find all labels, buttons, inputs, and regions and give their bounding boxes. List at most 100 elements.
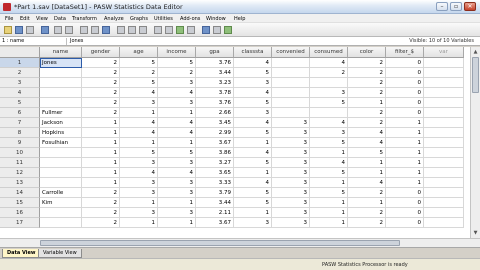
weight-cases-icon[interactable]: [165, 26, 173, 34]
data-cell[interactable]: 1: [386, 178, 424, 188]
data-cell[interactable]: 1: [386, 118, 424, 128]
data-cell[interactable]: 4: [234, 148, 272, 158]
data-cell[interactable]: 1: [82, 168, 120, 178]
row-number[interactable]: 14: [0, 188, 40, 198]
data-cell[interactable]: 1: [158, 218, 196, 228]
data-cell[interactable]: 1: [120, 108, 158, 118]
data-cell[interactable]: [40, 218, 82, 228]
redo-icon[interactable]: [65, 26, 73, 34]
use-sets-icon[interactable]: [202, 26, 210, 34]
print-icon[interactable]: [26, 26, 34, 34]
grid-corner[interactable]: [0, 47, 40, 58]
menu-add-ons[interactable]: Add-ons: [180, 16, 200, 22]
vertical-scrollbar[interactable]: ▲ ▼: [470, 47, 480, 238]
data-cell[interactable]: 0: [386, 208, 424, 218]
scroll-down-icon[interactable]: ▼: [471, 229, 480, 237]
data-cell[interactable]: 3: [272, 138, 310, 148]
data-cell[interactable]: Kim: [40, 198, 82, 208]
data-cell[interactable]: 1: [386, 168, 424, 178]
data-cell[interactable]: 3.27: [196, 158, 234, 168]
data-cell[interactable]: 3.67: [196, 138, 234, 148]
goto-variable-icon[interactable]: [91, 26, 99, 34]
data-cell[interactable]: [424, 118, 464, 128]
data-cell[interactable]: 1: [386, 138, 424, 148]
data-cell[interactable]: Fosulhian: [40, 138, 82, 148]
data-cell[interactable]: 1: [310, 148, 348, 158]
data-cell[interactable]: 4: [348, 138, 386, 148]
row-number[interactable]: 8: [0, 128, 40, 138]
data-cell[interactable]: Carrolle: [40, 188, 82, 198]
data-cell[interactable]: 3.45: [196, 118, 234, 128]
data-cell[interactable]: 1: [234, 138, 272, 148]
data-cell[interactable]: 1: [348, 198, 386, 208]
data-cell[interactable]: 1: [82, 158, 120, 168]
data-cell[interactable]: 1: [158, 108, 196, 118]
data-cell[interactable]: 5: [158, 148, 196, 158]
data-cell[interactable]: 1: [348, 98, 386, 108]
data-cell[interactable]: [424, 188, 464, 198]
row-number[interactable]: 16: [0, 208, 40, 218]
data-cell[interactable]: [40, 88, 82, 98]
open-file-icon[interactable]: [4, 26, 12, 34]
column-header-filter-[interactable]: filter_$: [386, 47, 424, 58]
data-cell[interactable]: 5: [120, 148, 158, 158]
data-cell[interactable]: 1: [310, 178, 348, 188]
menu-view[interactable]: View: [36, 16, 48, 22]
data-cell[interactable]: 3.78: [196, 88, 234, 98]
data-cell[interactable]: [424, 208, 464, 218]
minimize-button[interactable]: –: [436, 2, 448, 11]
row-number[interactable]: 2: [0, 68, 40, 78]
data-cell[interactable]: 3: [272, 178, 310, 188]
menu-file[interactable]: File: [5, 16, 13, 22]
data-cell[interactable]: [424, 218, 464, 228]
data-cell[interactable]: [40, 168, 82, 178]
show-all-variables-icon[interactable]: [213, 26, 221, 34]
data-cell[interactable]: 3: [272, 158, 310, 168]
data-cell[interactable]: [40, 178, 82, 188]
maximize-button[interactable]: ▫: [450, 2, 462, 11]
data-cell[interactable]: 2: [348, 118, 386, 128]
data-cell[interactable]: 5: [234, 158, 272, 168]
row-number[interactable]: 15: [0, 198, 40, 208]
data-cell[interactable]: 2: [82, 198, 120, 208]
data-cell[interactable]: 3: [272, 118, 310, 128]
menu-data[interactable]: Data: [54, 16, 66, 22]
menu-help[interactable]: Help: [234, 16, 245, 22]
data-cell[interactable]: [40, 98, 82, 108]
data-cell[interactable]: 4: [234, 118, 272, 128]
menu-graphs[interactable]: Graphs: [130, 16, 148, 22]
vertical-scroll-thumb[interactable]: [472, 57, 479, 93]
data-cell[interactable]: [272, 88, 310, 98]
data-cell[interactable]: 4: [310, 158, 348, 168]
tab-data-view[interactable]: Data View: [2, 249, 41, 258]
data-cell[interactable]: 3: [310, 128, 348, 138]
data-cell[interactable]: 3: [310, 88, 348, 98]
data-cell[interactable]: 2: [82, 98, 120, 108]
data-cell[interactable]: 2: [82, 68, 120, 78]
data-cell[interactable]: 3: [272, 168, 310, 178]
data-cell[interactable]: 1: [82, 118, 120, 128]
data-cell[interactable]: 3: [158, 178, 196, 188]
row-number[interactable]: 4: [0, 88, 40, 98]
data-cell[interactable]: 3.44: [196, 198, 234, 208]
data-cell[interactable]: 5: [310, 168, 348, 178]
data-cell[interactable]: 3: [158, 98, 196, 108]
data-cell[interactable]: [424, 138, 464, 148]
data-cell[interactable]: 3: [120, 98, 158, 108]
data-cell[interactable]: 3: [272, 128, 310, 138]
menu-transform[interactable]: Transform: [72, 16, 97, 22]
row-number[interactable]: 11: [0, 158, 40, 168]
data-cell[interactable]: [424, 198, 464, 208]
column-header-income[interactable]: income: [158, 47, 196, 58]
data-cell[interactable]: 3.23: [196, 78, 234, 88]
cell-value-field[interactable]: Jones: [66, 38, 326, 45]
data-cell[interactable]: 3: [272, 148, 310, 158]
data-cell[interactable]: [424, 78, 464, 88]
data-cell[interactable]: [424, 168, 464, 178]
data-cell[interactable]: 4: [234, 178, 272, 188]
row-number[interactable]: 10: [0, 148, 40, 158]
data-cell[interactable]: 5: [310, 188, 348, 198]
data-cell[interactable]: 2: [82, 108, 120, 118]
data-cell[interactable]: [272, 108, 310, 118]
data-cell[interactable]: 0: [386, 98, 424, 108]
